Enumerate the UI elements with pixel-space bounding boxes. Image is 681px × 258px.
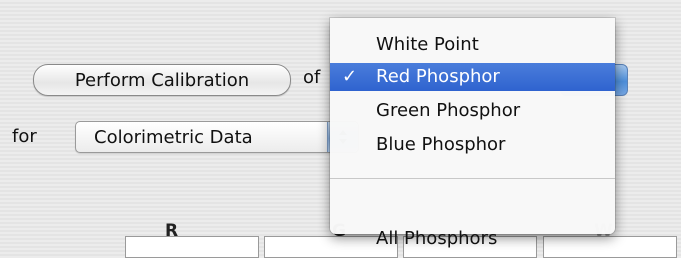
data-type-popup-value: Colorimetric Data — [94, 127, 253, 148]
menu-item-all-phosphors[interactable]: All Phosphors — [330, 225, 615, 253]
menu-item-blue-phosphor[interactable]: Blue Phosphor — [330, 131, 615, 159]
menu-item-green-phosphor[interactable]: Green Phosphor — [330, 97, 615, 125]
of-label: of — [303, 67, 321, 88]
menu-item-label: White Point — [376, 34, 479, 55]
menu-item-label: All Phosphors — [376, 228, 498, 249]
perform-calibration-label: Perform Calibration — [74, 69, 250, 91]
menu-item-white-point[interactable]: White Point — [330, 31, 615, 59]
checkmark-icon: ✓ — [342, 66, 358, 87]
r-value-field[interactable] — [125, 236, 259, 258]
menu-item-label: Blue Phosphor — [376, 134, 506, 155]
perform-calibration-button[interactable]: Perform Calibration — [33, 64, 291, 96]
for-label: for — [12, 126, 37, 147]
data-type-popup[interactable]: Colorimetric Data — [75, 121, 359, 153]
phosphor-dropdown-menu: White Point ✓ Red Phosphor Green Phospho… — [330, 18, 615, 249]
menu-item-red-phosphor[interactable]: ✓ Red Phosphor — [330, 63, 615, 91]
menu-item-label: Green Phosphor — [376, 100, 521, 121]
menu-separator — [330, 178, 615, 179]
menu-item-label: Red Phosphor — [376, 66, 500, 87]
